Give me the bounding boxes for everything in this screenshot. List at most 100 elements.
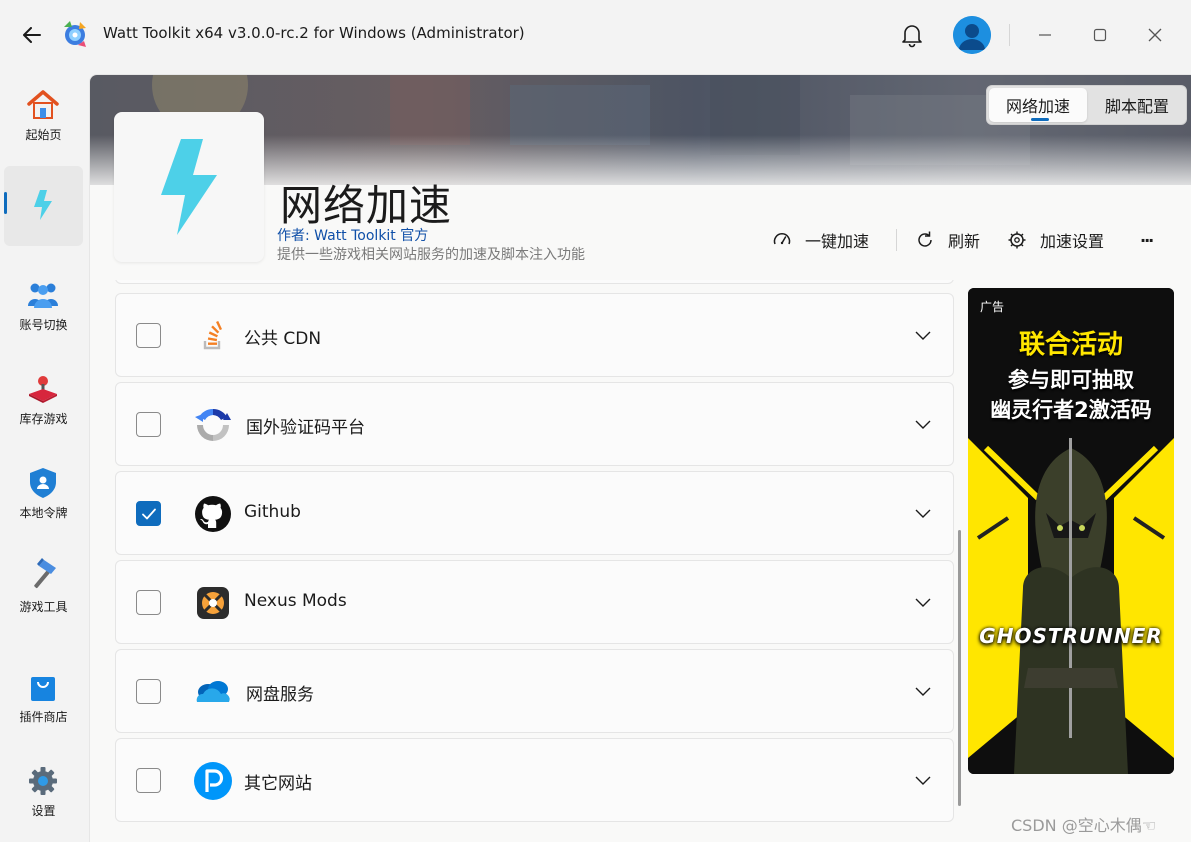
service-checkbox[interactable] <box>136 323 161 348</box>
minimize-button[interactable] <box>1030 20 1060 50</box>
bell-icon <box>902 25 922 48</box>
main-content: 网络加速 脚本配置 网络加速 作者: Watt Toolkit 官方 提供一些游… <box>89 74 1191 842</box>
chevron-down-icon[interactable] <box>913 504 933 524</box>
ad-headline: 联合活动 <box>1018 330 1123 360</box>
service-row-cloud-storage[interactable]: 网盘服务 <box>115 649 954 733</box>
list-scrollbar[interactable] <box>958 530 961 806</box>
sidebar-item-home[interactable]: 起始页 <box>4 80 83 160</box>
back-button[interactable] <box>18 22 46 48</box>
nexus-mods-icon <box>193 583 233 623</box>
checkmark-icon <box>141 508 156 519</box>
tab-network-acceleration[interactable]: 网络加速 <box>989 88 1087 122</box>
refresh-button[interactable]: 刷新 <box>914 225 980 255</box>
service-checkbox[interactable] <box>136 679 161 704</box>
chevron-down-icon[interactable] <box>913 682 933 702</box>
refresh-icon <box>914 229 936 251</box>
service-row-github[interactable]: Github <box>115 471 954 555</box>
service-label: Github <box>244 502 301 522</box>
arrow-left-icon <box>23 27 41 43</box>
chevron-down-icon[interactable] <box>913 593 933 613</box>
recaptcha-icon <box>193 405 233 445</box>
chevron-down-icon[interactable] <box>913 771 933 791</box>
service-checkbox[interactable] <box>136 768 161 793</box>
title-bar: Watt Toolkit x64 v3.0.0-rc.2 for Windows… <box>0 0 1191 70</box>
sidebar-item-game-tools[interactable]: 游戏工具 <box>4 552 83 632</box>
speedometer-icon <box>771 229 793 251</box>
service-row-nexus-mods[interactable]: Nexus Mods <box>115 560 954 644</box>
pixiv-icon <box>193 761 233 801</box>
ad-label: 广告 <box>980 300 1005 314</box>
plugin-description: 提供一些游戏相关网站服务的加速及脚本注入功能 <box>277 247 585 263</box>
accelerate-settings-button[interactable]: 加速设置 <box>1006 225 1104 255</box>
service-label: 公共 CDN <box>244 329 322 349</box>
sidebar-item-label: 游戏工具 <box>19 600 68 614</box>
sidebar-item-game-library[interactable]: 库存游戏 <box>4 364 83 444</box>
sidebar: 起始页 账号切换 库存游戏 本地令牌 游戏工具 插件商店 设置 <box>0 70 89 842</box>
service-checkbox[interactable] <box>136 501 161 526</box>
user-avatar-icon <box>953 16 991 54</box>
more-icon: ··· <box>1140 230 1154 250</box>
service-label: 其它网站 <box>244 774 312 794</box>
service-label: Nexus Mods <box>244 591 347 611</box>
watermark: CSDN @空心木偶☜ <box>1011 816 1157 835</box>
lightning-icon <box>26 188 60 222</box>
chevron-down-icon[interactable] <box>913 326 933 346</box>
stackoverflow-icon <box>193 316 233 356</box>
ad-game-logo: GHOSTRUNNER <box>979 624 1163 648</box>
users-icon <box>26 278 60 312</box>
home-icon <box>26 88 60 122</box>
service-list: 公共 CDN 国外验证码平台 Github Nexus Mods 网盘服务 其它… <box>115 280 957 840</box>
tab-label: 脚本配置 <box>1104 97 1169 116</box>
avatar[interactable] <box>953 16 991 54</box>
command-label: 刷新 <box>948 232 981 251</box>
shield-icon <box>26 466 60 500</box>
service-checkbox[interactable] <box>136 412 161 437</box>
sidebar-item-label: 库存游戏 <box>19 412 68 426</box>
service-label: 网盘服务 <box>246 685 314 705</box>
github-icon <box>193 494 233 534</box>
sidebar-item-label: 起始页 <box>25 128 62 142</box>
more-options-button[interactable]: ··· <box>1140 225 1154 255</box>
command-divider <box>896 229 897 251</box>
sidebar-item-settings[interactable]: 设置 <box>4 756 83 836</box>
service-row-other-sites[interactable]: 其它网站 <box>115 738 954 822</box>
maximize-icon <box>1093 28 1107 42</box>
joystick-icon <box>26 372 60 406</box>
page-title: 网络加速 <box>280 181 453 230</box>
ad-subline: 参与即可抽取 <box>1008 368 1134 392</box>
service-row-captcha[interactable]: 国外验证码平台 <box>115 382 954 466</box>
tab-active-indicator <box>1031 118 1049 121</box>
list-item <box>115 280 954 284</box>
sidebar-item-network-acceleration[interactable] <box>4 166 83 246</box>
sidebar-item-account-switch[interactable]: 账号切换 <box>4 270 83 350</box>
view-switcher: 网络加速 脚本配置 <box>986 85 1187 125</box>
close-button[interactable] <box>1140 20 1170 50</box>
tab-script-config[interactable]: 脚本配置 <box>1089 88 1185 122</box>
gear-icon <box>1006 229 1028 251</box>
maximize-button[interactable] <box>1085 20 1115 50</box>
lightning-icon <box>161 139 217 235</box>
service-row-public-cdn[interactable]: 公共 CDN <box>115 293 954 377</box>
plugin-icon-card <box>114 112 264 262</box>
gear-icon <box>26 764 60 798</box>
close-icon <box>1148 28 1162 42</box>
service-checkbox[interactable] <box>136 590 161 615</box>
sidebar-item-label: 设置 <box>31 804 56 818</box>
app-logo-icon <box>60 19 88 49</box>
notifications-button[interactable] <box>898 20 926 50</box>
advertisement-banner[interactable]: 广告 联合活动 参与即可抽取 幽灵行者2激活码 GHOSTRUNNER <box>968 288 1174 774</box>
hammer-icon <box>26 558 60 592</box>
service-label: 国外验证码平台 <box>246 418 365 438</box>
sidebar-item-local-token[interactable]: 本地令牌 <box>4 458 83 538</box>
chevron-down-icon[interactable] <box>913 415 933 435</box>
sidebar-item-plugin-store[interactable]: 插件商店 <box>4 662 83 742</box>
command-label: 加速设置 <box>1040 232 1105 251</box>
active-indicator <box>4 192 7 214</box>
author-link[interactable]: 作者: Watt Toolkit 官方 <box>277 225 428 245</box>
sidebar-item-label: 插件商店 <box>19 710 68 724</box>
window-title: Watt Toolkit x64 v3.0.0-rc.2 for Windows… <box>103 24 525 42</box>
sidebar-item-label: 本地令牌 <box>19 506 68 520</box>
shopping-bag-icon <box>26 670 60 704</box>
onedrive-icon <box>193 672 233 712</box>
one-click-accelerate-button[interactable]: 一键加速 <box>771 225 869 255</box>
